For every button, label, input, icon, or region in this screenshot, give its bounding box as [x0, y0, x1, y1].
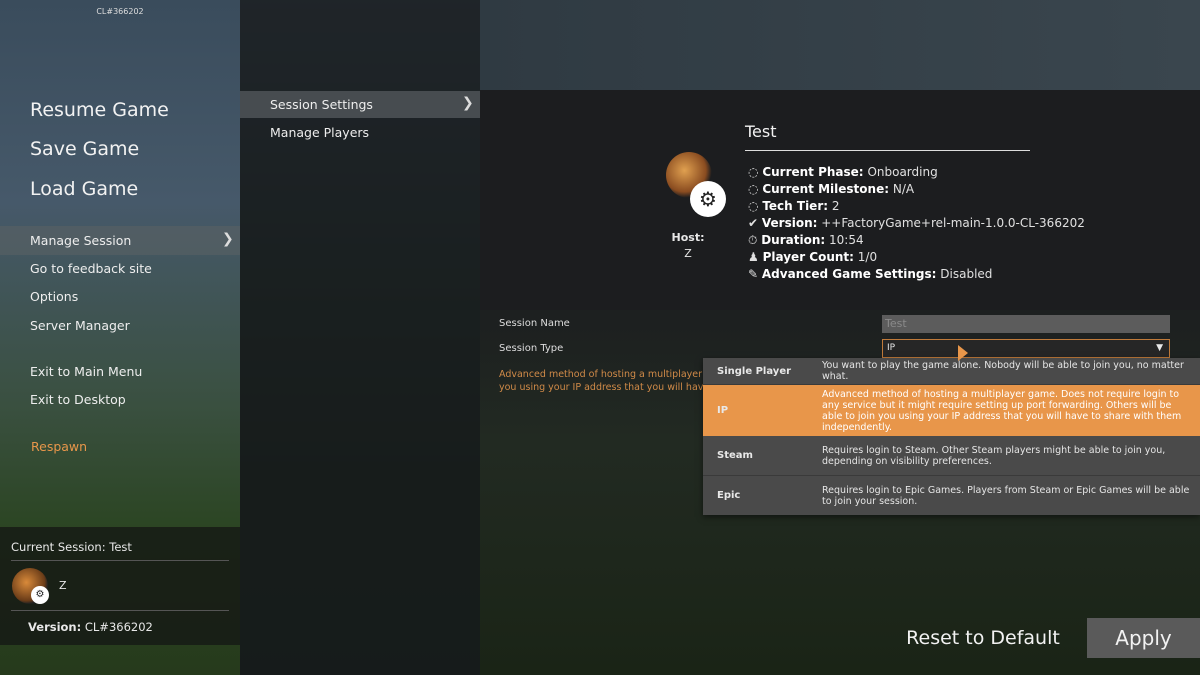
- players-icon: ♟: [748, 250, 759, 264]
- version-text: Version: CL#366202: [28, 620, 153, 634]
- exit-main-menu-button[interactable]: Exit to Main Menu: [30, 364, 142, 379]
- dashed-circle-icon: ◌: [748, 165, 759, 179]
- host-label: Host:: [671, 231, 705, 244]
- save-game-button[interactable]: Save Game: [30, 138, 139, 160]
- title-underline: [745, 150, 1030, 151]
- load-game-button[interactable]: Load Game: [30, 178, 138, 200]
- divider: [11, 560, 229, 561]
- resume-game-button[interactable]: Resume Game: [30, 99, 169, 121]
- session-title: Test: [745, 122, 777, 141]
- steam-icon: ⚙: [690, 181, 726, 217]
- session-name-input[interactable]: Test: [882, 315, 1170, 333]
- session-type-label: Session Type: [499, 343, 564, 354]
- info-row-advanced-settings: ✎ Advanced Game Settings: Disabled: [748, 267, 993, 281]
- current-session-label: Current Session: Test: [11, 540, 132, 554]
- respawn-button[interactable]: Respawn: [31, 439, 87, 454]
- pencil-icon: ✎: [748, 267, 759, 281]
- dropdown-arrow-icon: ▼: [1156, 343, 1163, 353]
- server-manager-button[interactable]: Server Manager: [30, 318, 130, 333]
- option-single-player[interactable]: Single Player You want to play the game a…: [703, 358, 1200, 385]
- selected-value: IP: [887, 343, 896, 353]
- steam-icon: ⚙: [31, 586, 49, 604]
- info-row-milestone: ◌ Current Milestone: N/A: [748, 182, 915, 196]
- check-icon: ✔: [748, 216, 759, 230]
- info-row-phase: ◌ Current Phase: Onboarding: [748, 165, 938, 179]
- session-name-label: Session Name: [499, 318, 570, 329]
- session-type-select[interactable]: IP ▼: [882, 339, 1170, 358]
- background-scene: [480, 0, 1200, 90]
- apply-button[interactable]: Apply: [1087, 618, 1200, 658]
- exit-desktop-button[interactable]: Exit to Desktop: [30, 392, 126, 407]
- option-steam[interactable]: Steam Requires login to Steam. Other Stea…: [703, 436, 1200, 476]
- version-value: CL#366202: [84, 620, 153, 634]
- dashed-circle-icon: ◌: [748, 199, 759, 213]
- host-name: Z: [684, 247, 692, 260]
- session-type-dropdown: Single Player You want to play the game a…: [703, 358, 1200, 515]
- session-type-description: Advanced method of hosting a multiplayer…: [499, 369, 703, 393]
- stopwatch-icon: ⏱: [748, 233, 758, 247]
- options-button[interactable]: Options: [30, 289, 78, 304]
- reset-to-default-button[interactable]: Reset to Default: [890, 618, 1076, 658]
- chevron-right-icon: ❯: [462, 95, 474, 111]
- version-label: Version:: [28, 620, 82, 634]
- build-label: CL#366202: [96, 7, 144, 16]
- chevron-right-icon: ❯: [222, 231, 234, 247]
- mouse-cursor-icon: [958, 345, 968, 361]
- player-name: Z: [59, 579, 67, 592]
- info-row-version: ✔ Version: ++FactoryGame+rel-main-1.0.0-…: [748, 216, 1085, 230]
- session-settings-tab[interactable]: Session Settings: [270, 97, 373, 112]
- option-epic[interactable]: Epic Requires login to Epic Games. Player…: [703, 476, 1200, 515]
- manage-players-tab[interactable]: Manage Players: [270, 125, 369, 140]
- manage-session-button[interactable]: Manage Session: [30, 233, 131, 248]
- divider: [11, 610, 229, 611]
- option-ip[interactable]: IP Advanced method of hosting a multiplay…: [703, 385, 1200, 436]
- feedback-site-button[interactable]: Go to feedback site: [30, 261, 152, 276]
- dashed-circle-icon: ◌: [748, 182, 759, 196]
- info-row-tech-tier: ◌ Tech Tier: 2: [748, 199, 840, 213]
- info-row-duration: ⏱ Duration: 10:54: [748, 233, 864, 247]
- info-row-player-count: ♟ Player Count: 1/0: [748, 250, 878, 264]
